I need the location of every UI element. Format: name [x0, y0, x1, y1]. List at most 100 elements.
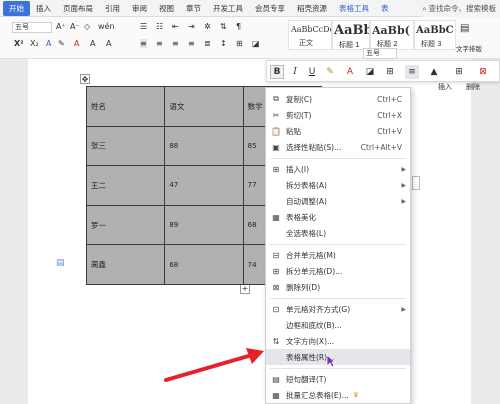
- style-heading-1[interactable]: AaBb 标题 1: [332, 20, 370, 50]
- menu-item-delete-column[interactable]: ⊠ 删除列(D): [266, 279, 410, 295]
- table-cell[interactable]: 王二: [85, 165, 166, 206]
- justify-icon[interactable]: ≡: [188, 39, 195, 48]
- table-cell[interactable]: 罗一: [85, 204, 166, 246]
- menu-item-cell-align[interactable]: ⊡ 单元格对齐方式(G) ▶: [266, 301, 410, 317]
- font-color-button[interactable]: A: [343, 65, 357, 79]
- menu-item-translate[interactable]: ▤ 短句翻译(T): [266, 371, 410, 387]
- submenu-arrow-icon: ▶: [401, 305, 406, 313]
- tab-page-layout[interactable]: 页面布局: [57, 3, 99, 14]
- menu-item-borders[interactable]: 边框和底纹(B)...: [266, 317, 410, 333]
- menu-shortcut: Ctrl+Alt+V: [360, 142, 402, 152]
- char-shade-icon[interactable]: A: [106, 39, 111, 48]
- align-right-icon[interactable]: ≡: [172, 39, 179, 48]
- menu-item-table-properties[interactable]: 表格属性(R)...: [266, 349, 410, 365]
- tab-table-tools[interactable]: 表格工具: [333, 3, 375, 14]
- menu-item-table-beautify[interactable]: ▦ 表格美化: [266, 209, 410, 225]
- menu-separator: [270, 368, 406, 369]
- para-border-icon[interactable]: ⊞: [236, 39, 243, 48]
- delete-icon[interactable]: ⊠: [473, 65, 493, 79]
- indent-dec-icon[interactable]: ⇤: [172, 22, 179, 31]
- style-heading-2[interactable]: AaBb( 标题 2: [370, 20, 414, 50]
- show-marks-icon[interactable]: ¶: [236, 22, 241, 31]
- style-heading-3[interactable]: AaBbC 标题 3: [414, 20, 456, 50]
- tab-start[interactable]: 开始: [3, 0, 30, 16]
- align-button[interactable]: ≡: [405, 65, 419, 79]
- distribute-icon[interactable]: ≣: [204, 39, 211, 48]
- mini-insert-label[interactable]: 插入: [438, 82, 452, 92]
- phonetic-icon[interactable]: wén: [98, 22, 115, 31]
- menu-item-paste-special[interactable]: ▣ 选择性粘贴(S)... Ctrl+Alt+V: [266, 139, 410, 155]
- line-spacing-icon[interactable]: ↕: [220, 39, 227, 48]
- superscript-icon[interactable]: X²: [14, 39, 24, 48]
- font-size-value: 五号: [15, 23, 29, 31]
- table-cell[interactable]: 89: [164, 204, 244, 246]
- tab-docer[interactable]: 稻壳资源: [291, 3, 333, 14]
- menu-item-select-table[interactable]: 全选表格(L): [266, 225, 410, 241]
- add-column-handle[interactable]: [412, 176, 420, 190]
- menu-item-auto-fit[interactable]: 自动调整(A) ▶: [266, 193, 410, 209]
- highlight-icon[interactable]: ✎: [58, 39, 65, 48]
- table-cell[interactable]: 蔺鑫: [85, 244, 166, 285]
- italic-button[interactable]: I: [288, 65, 302, 79]
- fill-button[interactable]: ▲: [427, 65, 441, 79]
- char-border-icon[interactable]: A: [90, 39, 95, 48]
- grow-font-icon[interactable]: A⁺: [56, 22, 66, 31]
- text-effect-icon[interactable]: A: [46, 39, 51, 48]
- style-label: 正文: [299, 39, 313, 47]
- chinese-layout-icon[interactable]: ✲: [204, 22, 211, 31]
- insert-icon[interactable]: ⊞: [449, 65, 469, 79]
- mini-delete-label[interactable]: 删除: [466, 82, 480, 92]
- table-cell[interactable]: 68: [164, 244, 244, 285]
- style-normal[interactable]: AaBbCcDd 正文: [288, 20, 332, 50]
- shading-icon[interactable]: ◪: [252, 39, 260, 48]
- font-size-combo[interactable]: 五号: [12, 22, 52, 33]
- shrink-font-icon[interactable]: A⁻: [70, 22, 80, 31]
- table-cell[interactable]: 张三: [85, 125, 166, 167]
- indent-inc-icon[interactable]: ⇥: [188, 22, 195, 31]
- shading-button[interactable]: ◪: [363, 65, 377, 79]
- search-box[interactable]: ⌕ 查找命令、搜索模板: [422, 0, 500, 17]
- page-note-icon[interactable]: ▤: [56, 258, 65, 268]
- menu-item-copy[interactable]: ⧉ 复制(C) Ctrl+C: [266, 91, 410, 107]
- text-tool-icon[interactable]: ▤: [460, 23, 469, 34]
- tab-developer[interactable]: 开发工具: [207, 3, 249, 14]
- workspace-margin: [471, 59, 500, 404]
- sort-icon[interactable]: ⇅: [220, 22, 227, 31]
- tab-view[interactable]: 视图: [153, 3, 180, 14]
- table-cell[interactable]: 语文: [164, 86, 244, 127]
- underline-button[interactable]: U: [305, 65, 319, 79]
- menu-item-split-table[interactable]: 拆分表格(A) ▶: [266, 177, 410, 193]
- menu-item-batch-summary[interactable]: ▦ 批量汇总表格(E)... ♛: [266, 387, 410, 403]
- add-row-icon[interactable]: +: [240, 284, 250, 294]
- table-cell[interactable]: 88: [164, 125, 244, 167]
- text-tool-label[interactable]: 文字排版: [456, 43, 482, 53]
- table-cell[interactable]: 47: [164, 165, 244, 206]
- menu-item-insert[interactable]: ⊞ 插入(I) ▶: [266, 161, 410, 177]
- tab-references[interactable]: 引用: [99, 3, 126, 14]
- table-move-handle-icon[interactable]: ✥: [80, 74, 90, 84]
- menu-item-split-cells[interactable]: ⊞ 拆分单元格(D)...: [266, 263, 410, 279]
- highlight-button[interactable]: ✎: [323, 65, 337, 79]
- menu-item-text-direction[interactable]: ⇅ 文字方向(X)...: [266, 333, 410, 349]
- bold-button[interactable]: B: [270, 65, 284, 79]
- tab-insert[interactable]: 插入: [30, 3, 57, 14]
- subscript-icon[interactable]: X₂: [30, 39, 39, 48]
- mini-font-size-combo[interactable]: 五号: [363, 48, 397, 59]
- clear-format-icon[interactable]: ◇: [84, 22, 90, 31]
- tab-table-style[interactable]: 表: [375, 3, 395, 14]
- align-center-icon[interactable]: ≡: [156, 39, 163, 48]
- table-cell[interactable]: 姓名: [85, 86, 166, 127]
- font-color-icon[interactable]: A: [74, 39, 79, 48]
- tab-member[interactable]: 会员专享: [249, 3, 291, 14]
- tab-section[interactable]: 章节: [180, 3, 207, 14]
- border-button[interactable]: ⊞: [383, 65, 397, 79]
- menu-item-cut[interactable]: ✂ 剪切(T) Ctrl+X: [266, 107, 410, 123]
- menu-item-merge-cells[interactable]: ⊟ 合并单元格(M): [266, 247, 410, 263]
- menu-label: 全选表格(L): [286, 228, 327, 238]
- menu-item-paste[interactable]: 📋 粘贴 Ctrl+V: [266, 123, 410, 139]
- bullet-list-icon[interactable]: ☰: [140, 22, 147, 31]
- align-left-icon[interactable]: ≡: [140, 39, 147, 48]
- menu-shortcut: Ctrl+C: [377, 94, 402, 104]
- tab-review[interactable]: 审阅: [126, 3, 153, 14]
- number-list-icon[interactable]: ☷: [156, 22, 163, 31]
